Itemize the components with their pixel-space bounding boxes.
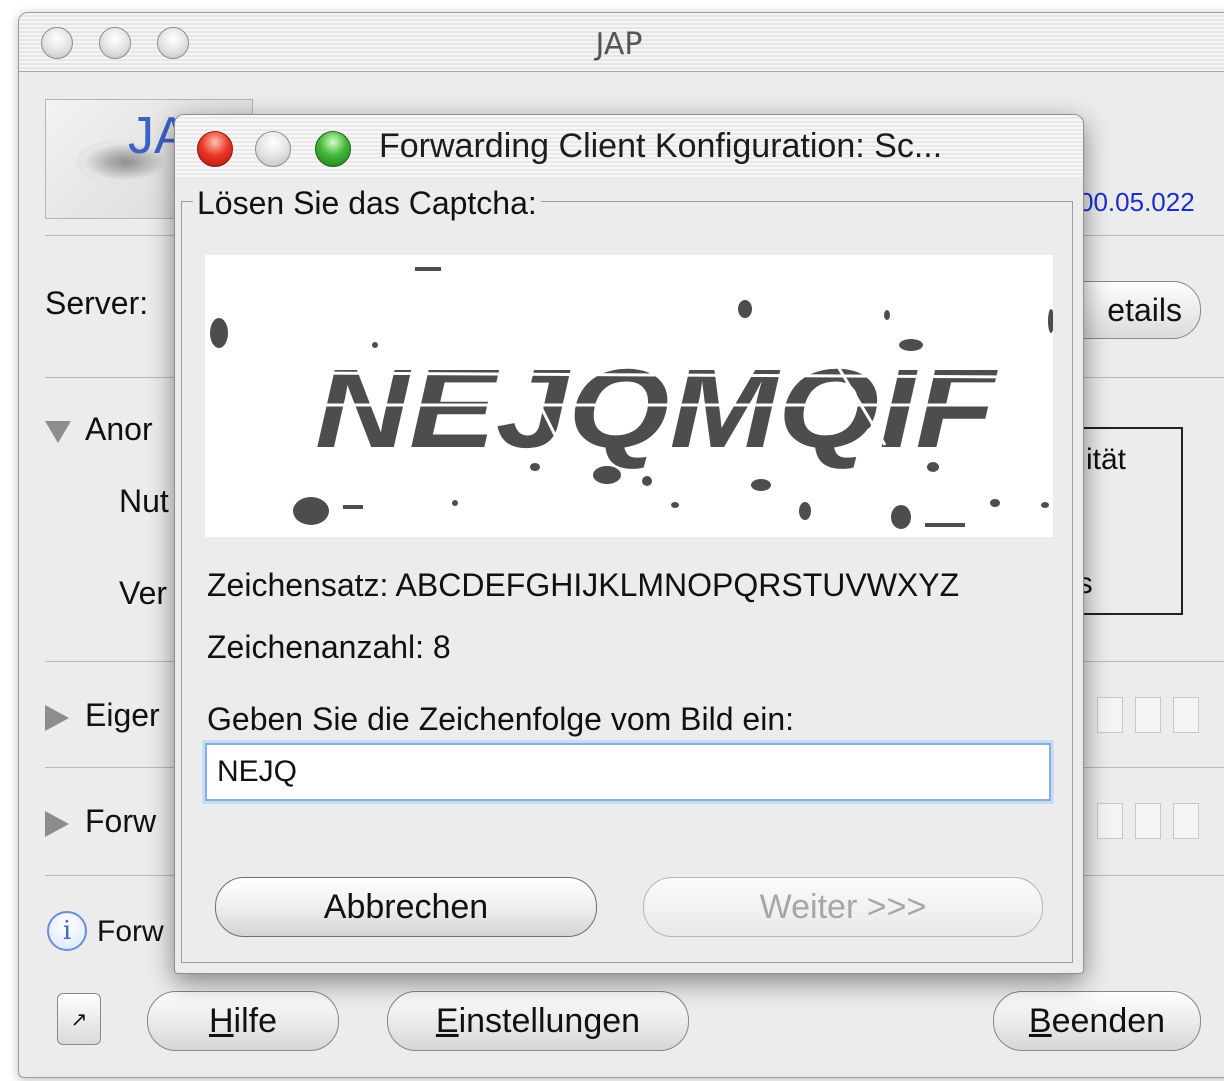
status-indicator-bars [1097,697,1211,737]
anonymity-section-toggle[interactable]: Anor [45,411,153,448]
resize-toggle-button[interactable]: ↗ [57,993,101,1045]
cancel-button[interactable]: Abbrechen [215,877,597,937]
dialog-titlebar[interactable]: Forwarding Client Konfiguration: Sc... [175,115,1083,179]
details-button-label: etails [1107,292,1182,328]
forwarding-info-text: Forw [97,915,164,948]
captcha-input[interactable]: NEJQ [205,743,1051,801]
charset-label: Zeichensatz: ABCDEFGHIJKLMNOPQRSTUVWXYZ [207,567,960,603]
disclosure-triangle-right-icon [45,810,69,837]
status-indicator-bars [1097,803,1211,843]
captcha-dialog: Forwarding Client Konfiguration: Sc... L… [174,114,1084,974]
own-section-label: Eiger [85,697,160,733]
main-window-title: JAP [595,27,643,62]
settings-button[interactable]: Einstellungen [387,991,689,1051]
connection-label: Ver [119,575,168,611]
resize-arrow-icon: ↗ [70,1007,88,1031]
info-icon: i [47,911,87,951]
help-button[interactable]: Hilfe [147,991,339,1051]
captcha-group-label: Lösen Sie das Captcha: [193,185,541,222]
own-section-toggle[interactable]: Eiger [45,697,160,734]
dialog-zoom-button[interactable] [315,131,351,167]
next-button[interactable]: Weiter >>> [643,877,1043,937]
captcha-image: NEJQMQIF [205,255,1053,537]
input-prompt-label: Geben Sie die Zeichenfolge vom Bild ein: [207,701,795,737]
dialog-close-button[interactable] [197,131,233,167]
quit-button-label: eenden [1051,1002,1166,1040]
dialog-minimize-button[interactable] [255,131,291,167]
quit-mnemonic: B [1028,1002,1052,1040]
captcha-noise: NEJQMQIF [210,267,1053,529]
character-count-label: Zeichenanzahl: 8 [207,629,451,665]
settings-mnemonic: E [435,1002,459,1040]
main-titlebar: JAP [19,13,1224,72]
help-button-label: ilfe [233,1002,278,1040]
captcha-text: NEJQMQIF [315,346,998,471]
version-link[interactable]: 00.05.022 [1079,187,1195,218]
forwarding-section-label: Forw [85,803,157,839]
quit-button[interactable]: Beenden [993,991,1201,1051]
disclosure-triangle-right-icon [45,704,69,731]
dialog-title: Forwarding Client Konfiguration: Sc... [379,127,943,165]
users-label: Nut [119,483,169,519]
settings-button-label: instellungen [458,1002,641,1040]
disclosure-triangle-down-icon [45,420,71,443]
server-label: Server: [45,285,149,321]
help-mnemonic: H [208,1002,234,1040]
forwarding-section-toggle[interactable]: Forw [45,803,156,840]
anonymity-section-label: Anor [85,411,153,447]
